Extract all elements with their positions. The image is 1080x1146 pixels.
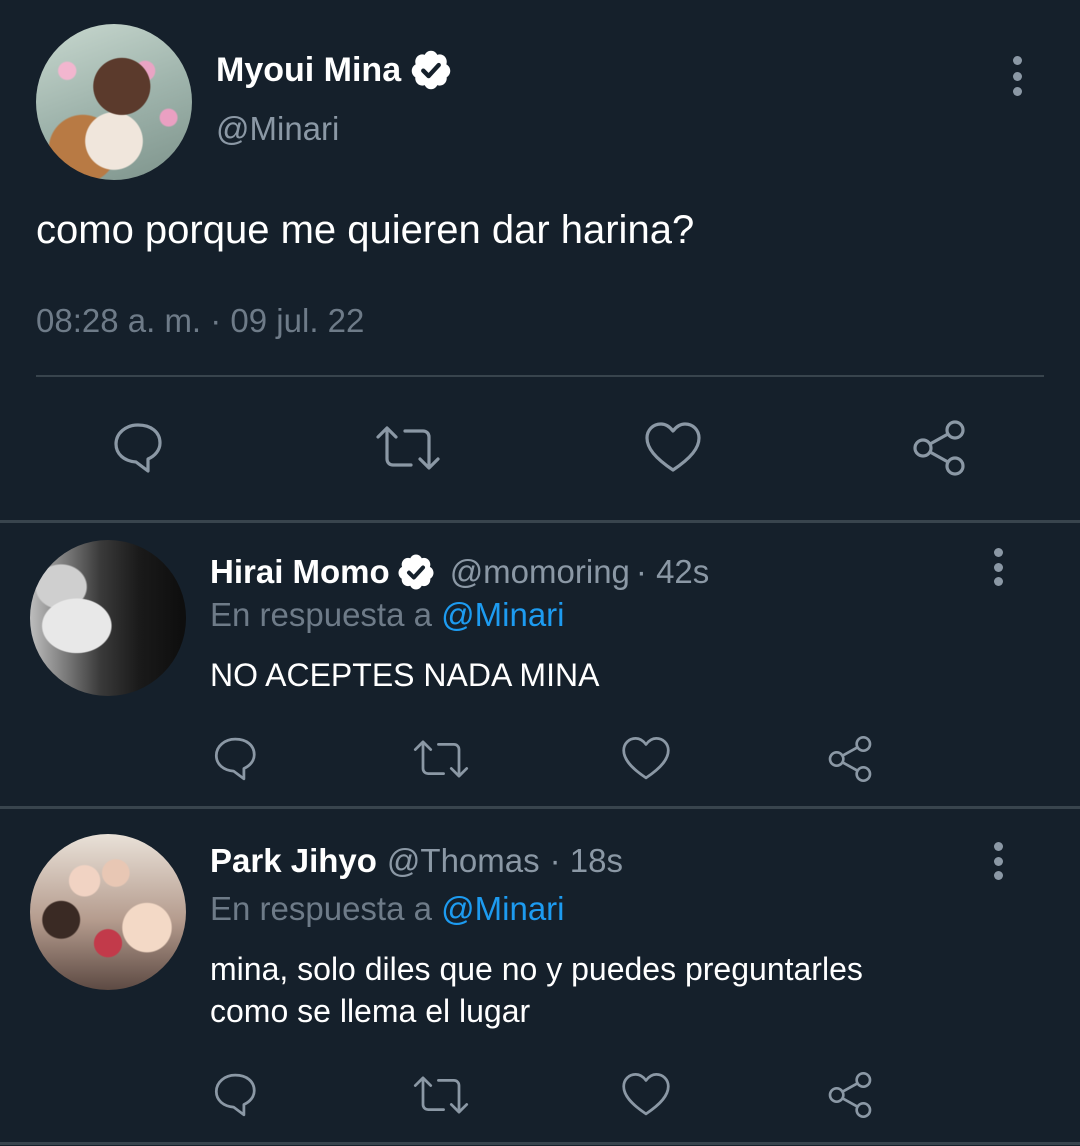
share-button[interactable] (822, 1068, 878, 1122)
reply-time: · 42s (635, 553, 710, 590)
vertical-dots-icon[interactable] (1007, 56, 1027, 96)
reply-text-line: como se llema el lugar (210, 993, 531, 1029)
section-divider (0, 520, 1080, 523)
share-icon (913, 420, 965, 476)
share-icon (828, 1072, 872, 1118)
tweet-timestamp[interactable]: 08:28 a. m. · 09 jul. 22 (36, 302, 364, 340)
vertical-dots-icon[interactable] (988, 548, 1008, 586)
speech-bubble-icon (214, 737, 256, 781)
heart-icon (645, 422, 701, 472)
tweet-text: como porque me quieren dar harina? (36, 208, 695, 252)
verified-badge-icon (398, 554, 434, 590)
retweet-icon (413, 1076, 469, 1114)
reply-button[interactable] (210, 732, 264, 786)
reply-author-handle[interactable]: @momoring (450, 553, 630, 591)
mention-link[interactable]: @Minari (441, 596, 564, 633)
reply-author-name[interactable]: Park Jihyo (210, 842, 377, 880)
verified-badge-icon (411, 50, 451, 90)
author-handle[interactable]: @Minari (216, 110, 339, 148)
author-name[interactable]: Myoui Mina (216, 50, 401, 90)
section-divider (0, 1142, 1080, 1145)
replying-to: En respuesta a @Minari (210, 890, 565, 928)
divider (36, 375, 1044, 377)
retweet-button[interactable] (410, 1068, 472, 1122)
retweet-icon (376, 426, 440, 470)
share-icon (828, 736, 872, 782)
reply-text-line: mina, solo diles que no y puedes pregunt… (210, 951, 863, 987)
retweet-icon (413, 740, 469, 778)
reply-author-name[interactable]: Hirai Momo (210, 553, 390, 591)
reply-avatar[interactable] (30, 540, 186, 696)
heart-icon (622, 737, 670, 780)
like-button[interactable] (618, 1068, 674, 1122)
speech-bubble-icon (114, 423, 162, 473)
reply-text: mina, solo diles que no y puedes pregunt… (210, 948, 863, 1032)
vertical-dots-icon[interactable] (988, 842, 1008, 880)
author-avatar[interactable] (36, 24, 192, 180)
like-button[interactable] (640, 416, 706, 480)
section-divider (0, 806, 1080, 809)
heart-icon (622, 1073, 670, 1116)
replying-prefix: En respuesta a (210, 596, 432, 633)
mention-link[interactable]: @Minari (441, 890, 564, 927)
reply-author-handle[interactable]: @Thomas (387, 842, 540, 880)
retweet-button[interactable] (410, 732, 472, 786)
reply-text: NO ACEPTES NADA MINA (210, 657, 600, 693)
share-button[interactable] (822, 732, 878, 786)
replying-prefix: En respuesta a (210, 890, 432, 927)
reply-header: Park Jihyo @Thomas · 18s (210, 842, 623, 880)
reply-button[interactable] (210, 1068, 264, 1122)
share-button[interactable] (906, 416, 972, 480)
author-name-row: Myoui Mina (216, 48, 453, 92)
reply-header: Hirai Momo @momoring · 42s (210, 552, 709, 592)
reply-button[interactable] (108, 416, 172, 480)
reply-time: · 18s (549, 842, 624, 879)
reply-avatar[interactable] (30, 834, 186, 990)
retweet-button[interactable] (372, 416, 444, 480)
speech-bubble-icon (214, 1073, 256, 1117)
like-button[interactable] (618, 732, 674, 786)
replying-to: En respuesta a @Minari (210, 596, 565, 634)
